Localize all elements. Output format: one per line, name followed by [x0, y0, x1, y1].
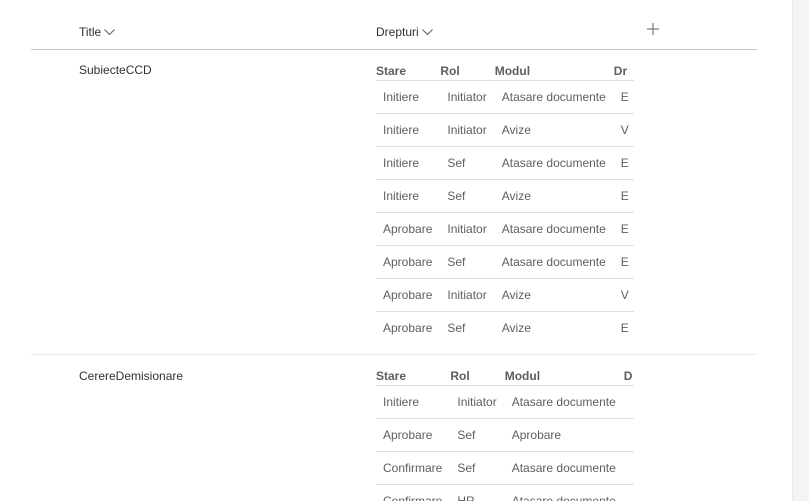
drepturi-cell: Sef — [440, 146, 495, 180]
drepturi-cell: Atasare documente — [494, 146, 614, 180]
drepturi-cell: V — [613, 278, 634, 312]
drepturi-row: Initiere Initiator Avize V — [376, 113, 634, 147]
drepturi-table-header: Stare Rol Modul Dr — [376, 62, 634, 81]
row-title[interactable]: CerereDemisionare — [79, 369, 183, 383]
drepturi-cell: Avize — [494, 278, 614, 312]
drepturi-cell: Atasare documente — [504, 484, 624, 501]
drepturi-cell: Atasare documente — [494, 212, 614, 246]
drepturi-col-header: Modul — [504, 369, 541, 383]
drepturi-cell: Sef — [440, 179, 495, 213]
drepturi-col-header: Rol — [440, 64, 460, 78]
drepturi-cell: HR — [450, 484, 505, 501]
drepturi-cell: E — [613, 311, 634, 344]
drepturi-cell: Initiator — [440, 80, 495, 114]
drepturi-cell: Aprobare — [376, 418, 451, 452]
list-row[interactable]: SubiecteCCD Stare Rol Modul Dr Initiere Init… — [31, 50, 757, 355]
drepturi-row: Aprobare Initiator Avize V — [376, 278, 634, 312]
drepturi-cell: Sef — [450, 418, 505, 452]
chevron-down-icon — [104, 29, 116, 36]
drepturi-col-header: Stare — [376, 64, 407, 78]
drepturi-cell: Aprobare — [376, 278, 441, 312]
column-header-drepturi[interactable]: Drepturi — [376, 25, 433, 39]
drepturi-table: Stare Rol Modul D Initiere Initiator Atasare … — [376, 367, 634, 501]
drepturi-cell: Initiator — [440, 278, 495, 312]
drepturi-row: Confirmare HR Atasare documente — [376, 484, 634, 501]
drepturi-table-header: Stare Rol Modul D — [376, 367, 634, 386]
drepturi-row: Aprobare Sef Atasare documente E — [376, 245, 634, 279]
drepturi-cell — [623, 484, 634, 501]
add-column-icon[interactable] — [646, 22, 660, 36]
drepturi-cell: Initiator — [450, 385, 505, 419]
drepturi-cell: Atasare documente — [504, 385, 624, 419]
vertical-scrollbar[interactable] — [792, 0, 809, 501]
drepturi-cell: Aprobare — [376, 212, 441, 246]
drepturi-cell: Sef — [440, 311, 495, 344]
drepturi-cell: Initiere — [376, 179, 441, 213]
drepturi-row: Initiere Initiator Atasare documente — [376, 385, 634, 419]
drepturi-row: Aprobare Initiator Atasare documente E — [376, 212, 634, 246]
drepturi-row: Initiere Initiator Atasare documente E — [376, 80, 634, 114]
drepturi-cell: E — [613, 212, 634, 246]
drepturi-cell: Confirmare — [376, 484, 451, 501]
drepturi-row: Confirmare Sef Atasare documente — [376, 451, 634, 485]
drepturi-cell — [623, 385, 634, 419]
drepturi-cell: Avize — [494, 311, 614, 344]
list-row[interactable]: CerereDemisionare Stare Rol Modul D Initier… — [31, 355, 757, 501]
drepturi-cell: Atasare documente — [494, 245, 614, 279]
drepturi-cell: Aprobare — [376, 311, 441, 344]
drepturi-col-header: Stare — [376, 369, 407, 383]
drepturi-cell — [623, 418, 634, 452]
drepturi-row: Aprobare Sef Avize E — [376, 311, 634, 344]
drepturi-cell: E — [613, 146, 634, 180]
drepturi-cell: Aprobare — [376, 245, 441, 279]
column-header-drepturi-label: Drepturi — [376, 25, 419, 39]
drepturi-cell: E — [613, 179, 634, 213]
list-view: Title Drepturi SubiecteCCD Stare Rol Modul… — [0, 0, 809, 501]
drepturi-col-header: Rol — [450, 369, 470, 383]
list-header: Title Drepturi — [31, 14, 757, 50]
drepturi-cell: Initiator — [440, 113, 495, 147]
column-header-title-label: Title — [79, 25, 102, 39]
drepturi-col-header: D — [623, 369, 633, 383]
drepturi-cell: V — [613, 113, 634, 147]
drepturi-cell: Avize — [494, 179, 614, 213]
drepturi-col-header: Dr — [613, 64, 628, 78]
drepturi-cell: E — [613, 80, 634, 114]
drepturi-cell: Confirmare — [376, 451, 451, 485]
drepturi-col-header: Modul — [494, 64, 531, 78]
drepturi-cell: Sef — [450, 451, 505, 485]
drepturi-cell: Initiere — [376, 385, 451, 419]
drepturi-cell: E — [613, 245, 634, 279]
drepturi-cell: Atasare documente — [494, 80, 614, 114]
drepturi-table: Stare Rol Modul Dr Initiere Initiator Atasare… — [376, 62, 634, 352]
drepturi-cell: Avize — [494, 113, 614, 147]
drepturi-cell: Initiere — [376, 146, 441, 180]
drepturi-row: Initiere Sef Avize E — [376, 179, 634, 213]
drepturi-row: Initiere Sef Atasare documente E — [376, 146, 634, 180]
drepturi-cell — [623, 451, 634, 485]
column-header-title[interactable]: Title — [79, 25, 116, 39]
drepturi-cell: Atasare documente — [504, 451, 624, 485]
drepturi-cell: Initiere — [376, 80, 441, 114]
drepturi-cell: Sef — [440, 245, 495, 279]
row-title[interactable]: SubiecteCCD — [79, 63, 152, 77]
drepturi-cell: Initiere — [376, 113, 441, 147]
drepturi-cell: Aprobare — [504, 418, 624, 452]
drepturi-cell: Initiator — [440, 212, 495, 246]
drepturi-row: Aprobare Sef Aprobare — [376, 418, 634, 452]
chevron-down-icon — [421, 29, 433, 36]
